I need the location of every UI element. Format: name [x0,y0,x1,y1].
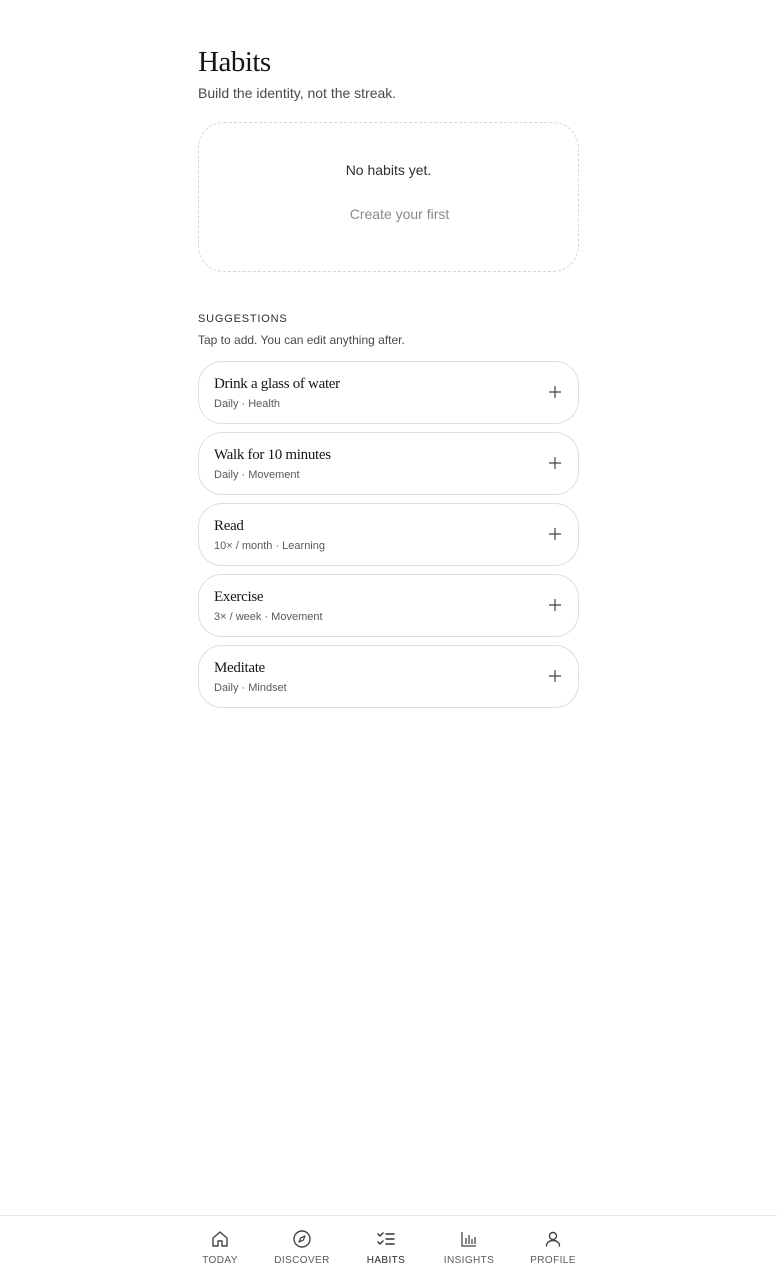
suggestion-meta: Daily · Movement [214,469,300,481]
suggestion-item-drink-water[interactable]: Drink a glass of water Daily · Health [198,361,579,424]
suggestion-item-read[interactable]: Read 10× / month · Learning [198,503,579,566]
suggestion-item-walk[interactable]: Walk for 10 minutes Daily · Movement [198,432,579,495]
nav-label: HABITS [366,1255,406,1266]
create-first-habit-button[interactable]: Create your first [199,206,578,222]
plus-icon[interactable] [548,669,562,683]
nav-tab-insights[interactable]: INSIGHTS [434,1228,504,1266]
nav-label: INSIGHTS [443,1255,495,1266]
suggestions-list: Drink a glass of water Daily · Health Wa… [198,361,579,708]
home-icon [212,1231,228,1247]
compass-icon [293,1230,311,1248]
suggestion-meta: 10× / month · Learning [214,540,325,552]
bar-chart-icon [461,1232,476,1247]
nav-label: TODAY [202,1255,238,1266]
nav-tab-discover[interactable]: DISCOVER [267,1228,337,1266]
suggestion-title: Exercise [214,589,264,605]
suggestion-title: Read [214,518,244,534]
empty-habits-card: No habits yet. Create your first [198,122,579,272]
suggestion-meta: Daily · Health [214,398,281,410]
nav-tab-profile[interactable]: PROFILE [518,1228,588,1266]
empty-state-title: No habits yet. [345,162,432,178]
plus-icon[interactable] [548,456,562,470]
nav-tab-today[interactable]: TODAY [185,1228,255,1266]
page-title: Habits [198,46,271,78]
suggestions-hint: Tap to add. You can edit anything after. [198,333,405,347]
plus-icon[interactable] [548,527,562,541]
habits-screen: Habits Build the identity, not the strea… [0,0,777,1280]
checklist-icon [377,1232,395,1245]
suggestion-item-exercise[interactable]: Exercise 3× / week · Movement [198,574,579,637]
user-icon [545,1231,561,1247]
suggestion-title: Drink a glass of water [214,376,340,392]
suggestion-item-meditate[interactable]: Meditate Daily · Mindset [198,645,579,708]
plus-icon[interactable] [548,385,562,399]
page-subtitle: Build the identity, not the streak. [198,85,397,101]
plus-icon[interactable] [548,598,562,612]
nav-tab-habits[interactable]: HABITS [351,1228,421,1266]
nav-label: DISCOVER [274,1255,330,1266]
suggestion-title: Walk for 10 minutes [214,447,331,463]
bottom-navigation: TODAY DISCOVER HABITS INSIGHTS PROFILE [0,1215,777,1280]
suggestion-title: Meditate [214,660,265,676]
suggestion-meta: Daily · Mindset [214,682,287,694]
nav-label: PROFILE [530,1255,576,1266]
suggestion-meta: 3× / week · Movement [214,611,323,623]
suggestions-heading: SUGGESTIONS [198,313,288,325]
main-content: Habits Build the identity, not the strea… [198,44,579,716]
